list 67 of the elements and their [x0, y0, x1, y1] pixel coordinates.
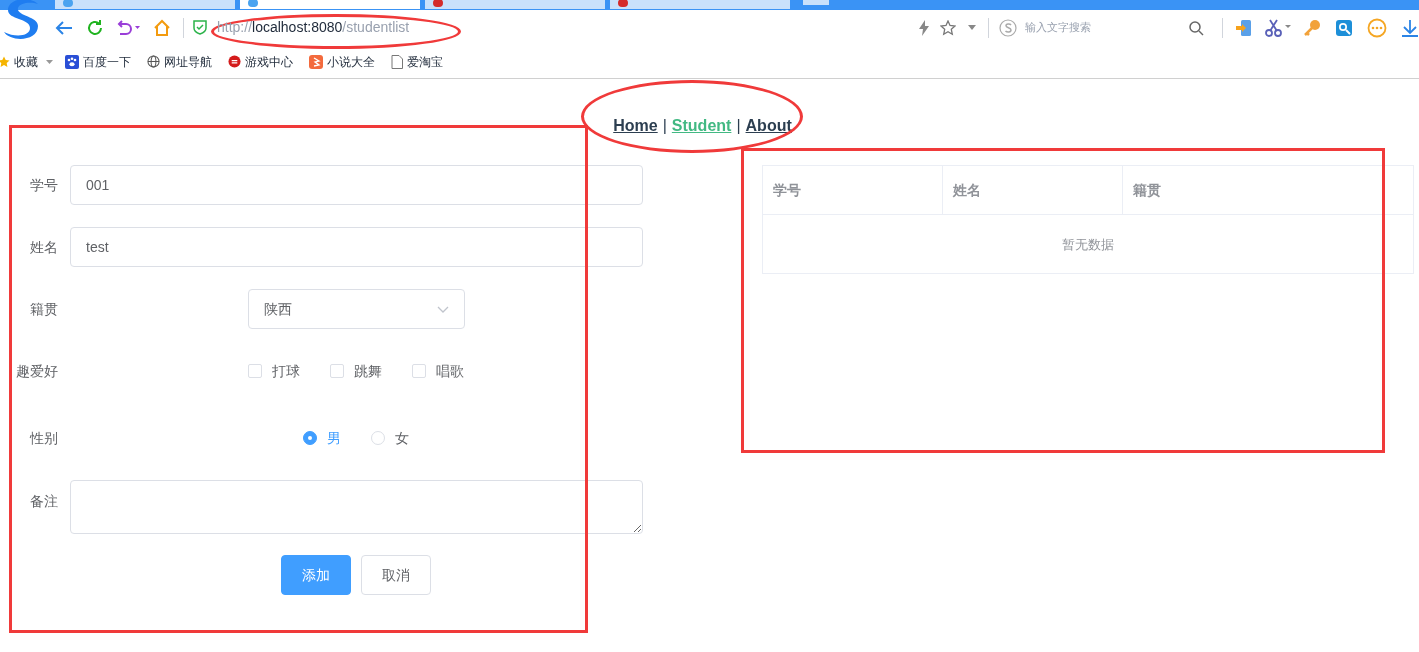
- browser-tab[interactable]: [425, 0, 605, 9]
- book-icon: [309, 54, 323, 69]
- refresh-icon[interactable]: [86, 18, 104, 37]
- field-label: 性别: [30, 428, 58, 448]
- radio-option[interactable]: 女: [371, 427, 409, 449]
- browser-tab[interactable]: [240, 0, 420, 9]
- browser-tab[interactable]: [610, 0, 790, 9]
- chevron-down-icon: [437, 305, 449, 313]
- paw-icon: [65, 54, 79, 69]
- globe-icon: [147, 55, 160, 68]
- home-icon[interactable]: [153, 18, 171, 37]
- cancel-button[interactable]: 取消: [361, 555, 431, 595]
- nav-link[interactable]: Home: [613, 116, 658, 136]
- star-outline-icon[interactable]: [940, 19, 956, 36]
- magnifier-icon[interactable]: [1335, 18, 1353, 37]
- shield-check-icon[interactable]: [193, 20, 207, 35]
- checkbox[interactable]: [412, 364, 426, 378]
- checkbox-option[interactable]: 跳舞: [330, 360, 382, 382]
- column-header: 姓名: [943, 166, 1123, 214]
- star-icon: [0, 55, 10, 68]
- address-bar[interactable]: http://localhost:8080/studentlist: [217, 17, 410, 38]
- tab-favicon-icon: [433, 0, 443, 7]
- more-icon[interactable]: [1367, 17, 1387, 38]
- field-label: 备注: [30, 492, 58, 511]
- game-icon: [228, 55, 241, 68]
- lightning-icon[interactable]: [918, 19, 930, 36]
- checkbox[interactable]: [330, 364, 344, 378]
- field-label: 学号: [30, 175, 58, 195]
- checkbox-option[interactable]: 打球: [248, 360, 300, 382]
- column-header: 籍贯: [1132, 180, 1162, 200]
- tab-favicon-icon: [248, 0, 258, 7]
- caret-icon[interactable]: [968, 25, 976, 30]
- search-field[interactable]: 输入文字搜索: [1025, 19, 1185, 36]
- bookmark[interactable]: 小说大全: [309, 52, 375, 71]
- bookmark[interactable]: 收藏: [0, 52, 53, 71]
- phone-send-icon[interactable]: [1235, 18, 1253, 37]
- nav-separator: |: [736, 116, 741, 136]
- empty-table-text: 暂无数据: [1062, 235, 1114, 254]
- page-icon: [391, 54, 403, 69]
- scissors-icon[interactable]: [1265, 18, 1293, 37]
- field-label: 籍贯: [30, 299, 58, 319]
- search-engine-icon: [999, 18, 1017, 37]
- text-field[interactable]: test: [70, 227, 643, 267]
- tab-favicon-icon: [63, 0, 73, 7]
- checkbox-option[interactable]: 唱歌: [412, 360, 464, 382]
- download-icon[interactable]: [1401, 18, 1419, 37]
- nav-link[interactable]: About: [745, 116, 792, 136]
- key-icon[interactable]: [1303, 18, 1321, 37]
- column-header: 学号: [763, 166, 943, 214]
- field-label: 趣爱好: [16, 361, 58, 381]
- checkbox[interactable]: [248, 364, 262, 378]
- bookmark[interactable]: 网址导航: [147, 52, 212, 71]
- bookmark[interactable]: 爱淘宝: [391, 52, 443, 71]
- search-icon[interactable]: [1188, 19, 1204, 36]
- undo-icon[interactable]: [115, 19, 141, 36]
- bookmark[interactable]: 百度一下: [65, 52, 131, 71]
- select-field[interactable]: 陕西: [248, 289, 465, 329]
- back-icon[interactable]: [55, 19, 73, 36]
- radio-button[interactable]: [303, 431, 317, 445]
- bookmark[interactable]: 游戏中心: [228, 52, 293, 71]
- textarea-field[interactable]: [70, 480, 643, 534]
- text-field[interactable]: 001: [70, 165, 643, 205]
- tab-favicon-icon: [618, 0, 628, 7]
- nav-separator: |: [662, 116, 667, 136]
- browser-tab[interactable]: [55, 0, 235, 9]
- field-label: 姓名: [30, 237, 58, 257]
- caret-icon: [46, 59, 53, 64]
